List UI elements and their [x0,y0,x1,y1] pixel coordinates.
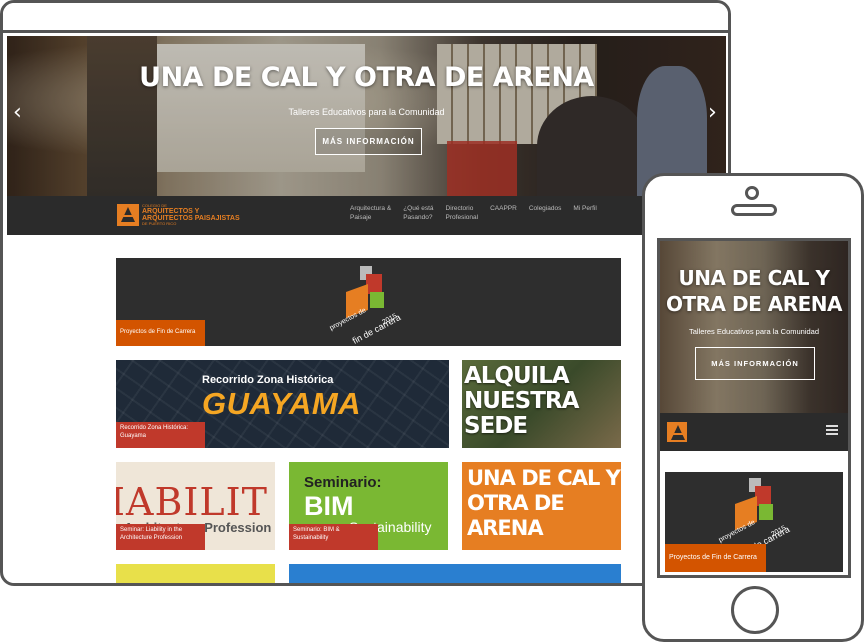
nav-item-caappr[interactable]: CAAPPR [490,205,517,223]
responsive-mockup: UNA DE CAL Y OTRA DE ARENA Talleres Educ… [0,0,866,644]
camera-icon [745,186,759,200]
pfc-block [370,292,384,308]
hero-carousel: UNA DE CAL Y OTRA DE ARENA Talleres Educ… [7,36,726,196]
logo-icon[interactable] [667,422,687,442]
nav-item-arquitectura-paisaje[interactable]: Arquitectura & Paisaje [350,205,391,223]
tile-partial-yellow[interactable] [116,564,275,583]
nav-item-directorio-profesional[interactable]: Directorio Profesional [446,205,479,223]
hero-subtitle: Talleres Educativos para la Comunidad [288,107,445,117]
pfc-block [366,274,382,294]
pfc-block [755,486,771,506]
hamburger-icon[interactable] [826,425,838,435]
main-navbar: COLEGIO DE ARQUITECTOS Y ARQUITECTOS PAI… [7,196,726,235]
phone-earpiece [731,186,777,226]
logo-line: ARQUITECTOS Y [142,208,200,215]
tile-seminar-liability[interactable]: IABILIT Architecture Profession Seminar:… [116,462,275,550]
tile-heading: ALQUILA NUESTRA SEDE [464,363,579,439]
chevron-left-icon[interactable]: ‹ [13,102,22,124]
nav-item-mi-perfil[interactable]: Mi Perfil [573,205,596,223]
nav-item-que-esta-pasando[interactable]: ¿Qué está Pasando? [403,205,433,223]
tile-proyectos-fin-de-carrera[interactable]: proyectos de fin de carrera 2015 Proyect… [116,258,621,346]
home-button-icon[interactable] [731,586,779,634]
phone-screen: UNA DE CAL Y OTRA DE ARENA Talleres Educ… [657,238,851,578]
tile-heading-large: IABILIT [116,480,268,524]
tile-alquila-sede[interactable]: ALQUILA NUESTRA SEDE [462,360,621,448]
phone-device: UNA DE CAL Y OTRA DE ARENA Talleres Educ… [642,173,864,642]
hero-title: UNA DE CAL Y OTRA DE ARENA [139,62,594,93]
hero-title: UNA DE CAL Y OTRA DE ARENA [666,266,842,316]
logo-line: DE PUERTO RICO [142,221,177,226]
tile-caption: Proyectos de Fin de Carrera [116,320,205,346]
tile-heading: Recorrido Zona Histórica [202,374,334,386]
tile-caption: Seminario: BIM & Sustainability [289,524,378,550]
phone-navbar [660,413,848,451]
site-logo[interactable]: COLEGIO DE ARQUITECTOS Y ARQUITECTOS PAI… [117,204,240,226]
pfc-block [759,504,773,520]
nav-links: Arquitectura & Paisaje ¿Qué está Pasando… [350,205,597,223]
hamburger-line [826,429,838,431]
hero-subtitle: Talleres Educativos para la Comunidad [688,327,820,336]
tile-proyectos-fin-de-carrera[interactable]: proyectos de fin de carrera 2015 Proyect… [665,472,843,572]
tile-una-de-cal[interactable]: UNA DE CAL Y OTRA DE ARENA [462,462,621,550]
tile-recorrido-guayama[interactable]: Recorrido Zona Histórica GUAYAMA Recorri… [116,360,449,448]
hamburger-line [826,433,838,435]
tile-seminario-bim[interactable]: Seminario: BIM Sustainability Seminario:… [289,462,448,550]
hamburger-line [826,425,838,427]
tile-partial-blue[interactable] [289,564,621,583]
tile-caption: Proyectos de Fin de Carrera [665,544,766,572]
tablet-screen: UNA DE CAL Y OTRA DE ARENA Talleres Educ… [7,36,726,583]
logo-icon [117,204,139,226]
tile-heading: Seminario: [304,474,382,491]
tile-caption: Recorrido Zona Histórica: Guayama [116,422,205,448]
speaker-icon [731,204,777,216]
more-info-button[interactable]: MÁS INFORMACIÓN [695,347,815,380]
pfc-logo-graphic: proyectos de fin de carrera 2015 [718,478,795,558]
logo-text: COLEGIO DE ARQUITECTOS Y ARQUITECTOS PAI… [142,204,240,226]
nav-item-colegiados[interactable]: Colegiados [529,205,562,223]
tile-heading: UNA DE CAL Y OTRA DE ARENA [467,466,621,540]
more-info-button[interactable]: MÁS INFORMACIÓN [315,128,422,155]
tablet-device: UNA DE CAL Y OTRA DE ARENA Talleres Educ… [0,0,731,586]
tile-caption: Seminar: Liability in the Architecture P… [116,524,205,550]
pfc-logo-graphic: proyectos de fin de carrera 2015 [329,266,406,346]
tablet-bezel [3,3,728,33]
tile-heading-large: BIM [304,491,354,521]
tile-heading-large: GUAYAMA [202,386,362,421]
chevron-right-icon[interactable]: › [708,102,717,124]
phone-hero: UNA DE CAL Y OTRA DE ARENA Talleres Educ… [660,241,848,413]
